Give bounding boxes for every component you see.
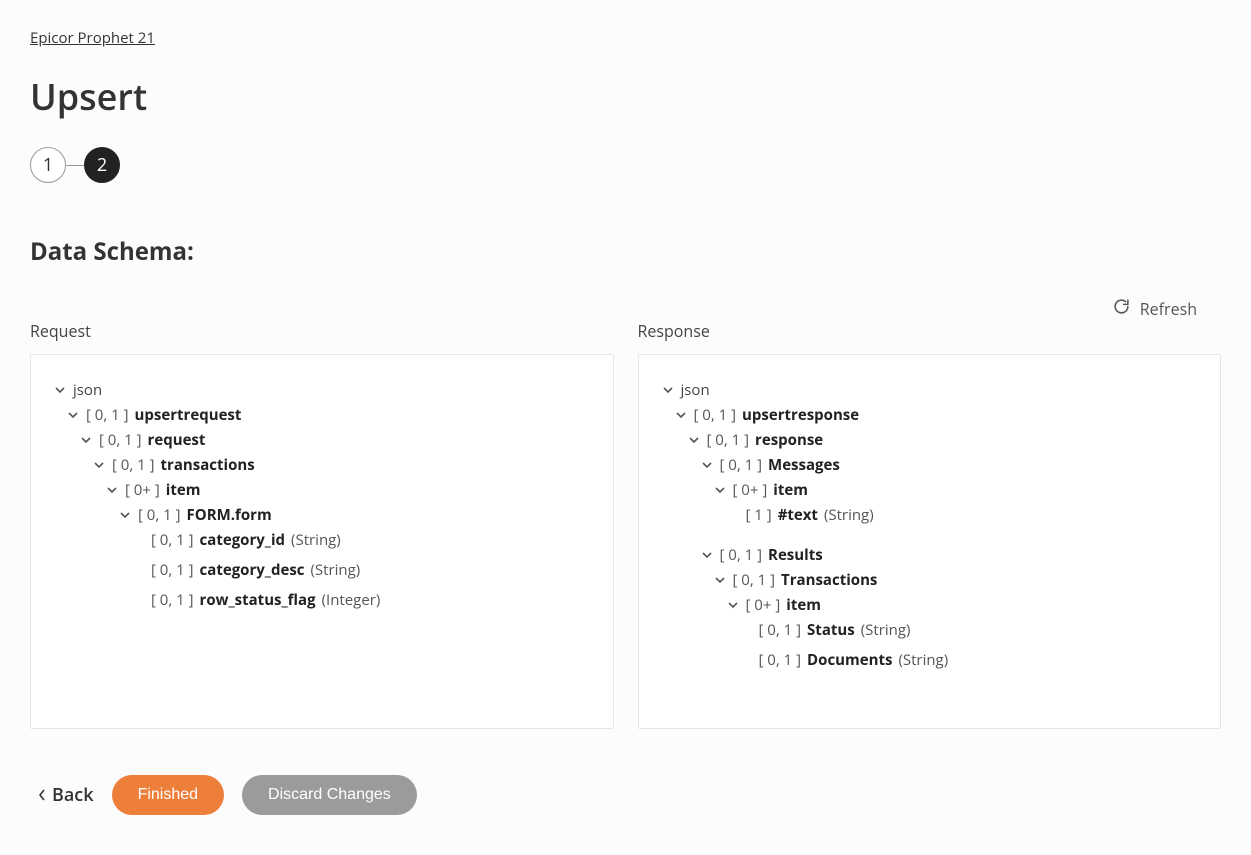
tree-node-type: (String) — [898, 650, 948, 670]
tree-node-name: transactions — [161, 455, 255, 475]
tree-node-type: (String) — [861, 620, 911, 640]
tree-node-name: FORM.form — [187, 505, 272, 525]
chevron-down-icon[interactable] — [92, 460, 106, 470]
chevron-down-icon[interactable] — [726, 600, 740, 610]
tree-node[interactable]: [ 0, 1 ] Results — [700, 545, 1199, 565]
tree-node-cardinality: [ 0, 1 ] — [151, 530, 194, 550]
tree-node-label: json — [73, 380, 102, 400]
tree-node-cardinality: [ 0, 1 ] — [720, 455, 763, 475]
chevron-down-icon[interactable] — [118, 510, 132, 520]
chevron-down-icon[interactable] — [674, 410, 688, 420]
finished-button[interactable]: Finished — [112, 775, 224, 815]
tree-node-cardinality: [ 0, 1 ] — [112, 455, 155, 475]
refresh-label: Refresh — [1140, 298, 1197, 320]
tree-node-type: (String) — [291, 530, 341, 550]
tree-leaf[interactable]: [ 0, 1 ] Status (String) — [739, 620, 1199, 640]
response-column-label: Response — [638, 320, 1222, 342]
tree-node-cardinality: [ 0, 1 ] — [694, 405, 737, 425]
chevron-down-icon[interactable] — [713, 575, 727, 585]
tree-node-root[interactable]: json — [53, 380, 591, 400]
tree-node[interactable]: [ 0, 1 ] upsertresponse — [674, 405, 1199, 425]
tree-node-name: Results — [768, 545, 823, 565]
tree-node-type: (String) — [311, 560, 361, 580]
tree-node-label: json — [681, 380, 710, 400]
chevron-down-icon[interactable] — [79, 435, 93, 445]
chevron-down-icon[interactable] — [661, 385, 675, 395]
tree-node-name: item — [773, 480, 808, 500]
tree-node-name: Documents — [807, 650, 892, 670]
tree-node[interactable]: [ 0, 1 ] FORM.form — [118, 505, 591, 525]
tree-node-cardinality: [ 0, 1 ] — [733, 570, 776, 590]
tree-node[interactable]: [ 0, 1 ] response — [687, 430, 1199, 450]
tree-node-name: Messages — [768, 455, 840, 475]
tree-node[interactable]: [ 0, 1 ] upsertrequest — [66, 405, 591, 425]
tree-node-cardinality: [ 0+ ] — [125, 480, 160, 500]
tree-node-root[interactable]: json — [661, 380, 1199, 400]
back-button[interactable]: Back — [38, 783, 94, 807]
step-1[interactable]: 1 — [30, 147, 66, 183]
chevron-left-icon — [38, 783, 46, 807]
tree-node[interactable]: [ 0, 1 ] Transactions — [713, 570, 1199, 590]
section-title: Data Schema: — [30, 235, 1221, 268]
tree-node-cardinality: [ 0, 1 ] — [720, 545, 763, 565]
breadcrumb[interactable]: Epicor Prophet 21 — [30, 28, 155, 48]
page-title: Upsert — [30, 72, 1221, 121]
tree-node-name: upsertresponse — [742, 405, 859, 425]
tree-node-cardinality: [ 0, 1 ] — [138, 505, 181, 525]
tree-node-cardinality: [ 0+ ] — [746, 595, 781, 615]
chevron-down-icon[interactable] — [53, 385, 67, 395]
tree-node-type: (String) — [824, 505, 874, 525]
chevron-down-icon[interactable] — [700, 460, 714, 470]
tree-node-name: Status — [807, 620, 855, 640]
tree-node[interactable]: [ 0, 1 ] transactions — [92, 455, 591, 475]
tree-node[interactable]: [ 0+ ] item — [713, 480, 1199, 500]
tree-node-cardinality: [ 0+ ] — [733, 480, 768, 500]
tree-node[interactable]: [ 0+ ] item — [105, 480, 591, 500]
tree-node-name: category_id — [200, 530, 286, 550]
tree-node-name: category_desc — [200, 560, 305, 580]
chevron-down-icon[interactable] — [687, 435, 701, 445]
tree-node-cardinality: [ 0, 1 ] — [759, 650, 802, 670]
back-label: Back — [52, 783, 94, 807]
tree-node[interactable]: [ 0+ ] item — [726, 595, 1199, 615]
response-tree-panel: json [ 0, 1 ] upsertresponse — [638, 354, 1222, 729]
chevron-down-icon[interactable] — [700, 550, 714, 560]
tree-node[interactable]: [ 0, 1 ] request — [79, 430, 591, 450]
tree-node-cardinality: [ 1 ] — [746, 505, 772, 525]
chevron-down-icon[interactable] — [66, 410, 80, 420]
tree-leaf[interactable]: [ 1 ] #text (String) — [726, 505, 1199, 525]
chevron-down-icon[interactable] — [105, 485, 119, 495]
tree-leaf[interactable]: [ 0, 1 ] category_desc (String) — [131, 560, 591, 580]
tree-node-name: request — [148, 430, 206, 450]
tree-node-name: item — [786, 595, 821, 615]
tree-node-name: response — [755, 430, 823, 450]
refresh-icon — [1113, 298, 1130, 320]
tree-leaf[interactable]: [ 0, 1 ] Documents (String) — [739, 650, 1199, 670]
request-tree-panel: json [ 0, 1 ] upsertrequest — [30, 354, 614, 729]
discard-changes-button[interactable]: Discard Changes — [242, 775, 417, 815]
tree-node-cardinality: [ 0, 1 ] — [86, 405, 129, 425]
tree-node-name: Transactions — [781, 570, 877, 590]
stepper: 1 2 — [30, 147, 1221, 183]
refresh-button[interactable]: Refresh — [1113, 298, 1197, 320]
tree-leaf[interactable]: [ 0, 1 ] row_status_flag (Integer) — [131, 590, 591, 610]
step-connector — [66, 165, 84, 166]
tree-node-name: item — [166, 480, 201, 500]
tree-node-cardinality: [ 0, 1 ] — [151, 560, 194, 580]
tree-leaf[interactable]: [ 0, 1 ] category_id (String) — [131, 530, 591, 550]
chevron-down-icon[interactable] — [713, 485, 727, 495]
request-column-label: Request — [30, 320, 614, 342]
tree-node-cardinality: [ 0, 1 ] — [99, 430, 142, 450]
tree-node-cardinality: [ 0, 1 ] — [759, 620, 802, 640]
tree-node-cardinality: [ 0, 1 ] — [151, 590, 194, 610]
tree-node-name: #text — [778, 505, 818, 525]
tree-node-name: row_status_flag — [200, 590, 316, 610]
tree-node-name: upsertrequest — [135, 405, 242, 425]
tree-node[interactable]: [ 0, 1 ] Messages — [700, 455, 1199, 475]
step-2[interactable]: 2 — [84, 147, 120, 183]
tree-node-cardinality: [ 0, 1 ] — [707, 430, 750, 450]
tree-node-type: (Integer) — [322, 590, 381, 610]
